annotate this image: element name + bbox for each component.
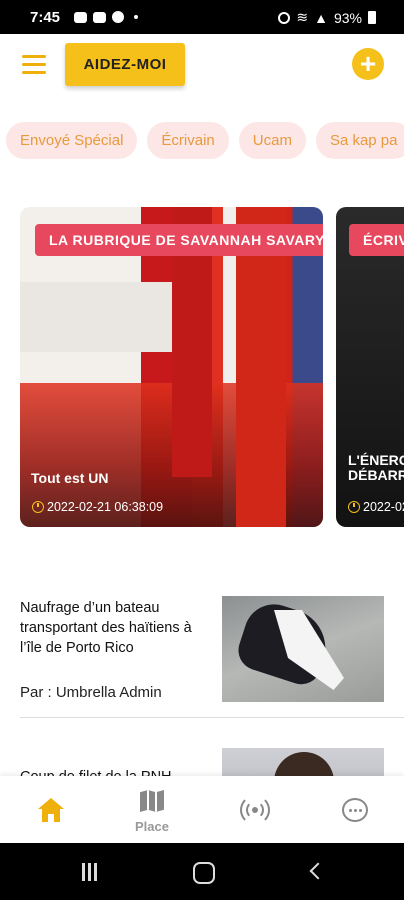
news-title: Naufrage d’un bateau transportant des ha… xyxy=(20,600,192,656)
featured-carousel: LA RUBRIQUE DE SAVANNAH SAVARY Tout est … xyxy=(20,207,404,527)
card-title: L'ÉNERG DÉBARRA xyxy=(348,452,404,483)
back-icon[interactable] xyxy=(309,862,327,880)
chip-envoye-special[interactable]: Envoyé Spécial xyxy=(6,122,138,159)
nav-live[interactable] xyxy=(213,776,293,843)
news-thumbnail xyxy=(222,596,384,702)
chip-ecrivain[interactable]: Écrivain xyxy=(147,122,229,159)
nav-home[interactable] xyxy=(10,776,90,843)
more-notifications-dot-icon xyxy=(134,15,138,19)
featured-card[interactable]: LA RUBRIQUE DE SAVANNAH SAVARY Tout est … xyxy=(20,207,323,527)
news-list-item[interactable]: Naufrage d’un bateau transportant des ha… xyxy=(20,590,386,702)
nav-place[interactable]: Place xyxy=(112,776,192,843)
card-date: 2022-02-21 06:38:09 xyxy=(32,500,163,514)
image-notification-icon xyxy=(74,11,87,23)
notification-icons xyxy=(74,11,138,23)
map-icon xyxy=(140,790,164,812)
card-date-text: 2022-02 xyxy=(363,500,404,514)
hamburger-menu-icon[interactable] xyxy=(22,55,46,74)
list-divider xyxy=(20,717,404,718)
status-time: 7:45 xyxy=(30,9,61,26)
alarm-icon xyxy=(278,11,291,24)
card-date-text: 2022-02-21 06:38:09 xyxy=(47,500,164,514)
card-date: 2022-02 xyxy=(348,500,404,514)
nav-place-label: Place xyxy=(135,819,169,834)
clock-icon xyxy=(348,501,360,513)
category-chips: Envoyé Spécial Écrivain Ucam Sa kap pa xyxy=(6,122,404,160)
nav-chat[interactable] xyxy=(314,776,394,843)
clock-icon xyxy=(32,501,44,513)
status-bar: 7:45 ≋ ▲ 93% xyxy=(0,0,404,34)
app-notification-icon xyxy=(112,11,124,23)
help-button[interactable]: AIDEZ-MOI xyxy=(65,43,185,86)
battery-icon xyxy=(368,11,376,24)
chip-sa-kap-pase[interactable]: Sa kap pa xyxy=(315,122,404,159)
broadcast-icon xyxy=(240,795,270,825)
add-icon[interactable]: + xyxy=(352,48,384,80)
chip-ucam[interactable]: Ucam xyxy=(238,122,306,159)
featured-card[interactable]: ÉCRIV L'ÉNERG DÉBARRA 2022-02 xyxy=(336,207,404,527)
card-image-wall xyxy=(20,282,175,352)
system-navigation-bar xyxy=(0,843,404,900)
card-title: Tout est UN xyxy=(31,470,109,486)
battery-percent: 93% xyxy=(333,9,362,26)
recent-apps-icon[interactable] xyxy=(82,863,102,881)
card-category-tag[interactable]: LA RUBRIQUE DE SAVANNAH SAVARY xyxy=(35,224,323,256)
news-author: Par : Umbrella Admin xyxy=(20,684,162,701)
system-status: ≋ ▲ 93% xyxy=(278,9,376,26)
home-icon xyxy=(38,798,64,822)
card-category-tag[interactable]: ÉCRIV xyxy=(349,224,404,256)
cloud-notification-icon xyxy=(93,11,106,23)
wifi-icon: ≋ xyxy=(296,9,309,25)
system-home-icon[interactable] xyxy=(193,862,215,884)
bottom-navigation: Place xyxy=(0,776,404,843)
chat-icon xyxy=(342,798,368,822)
signal-icon: ▲ xyxy=(314,9,328,26)
